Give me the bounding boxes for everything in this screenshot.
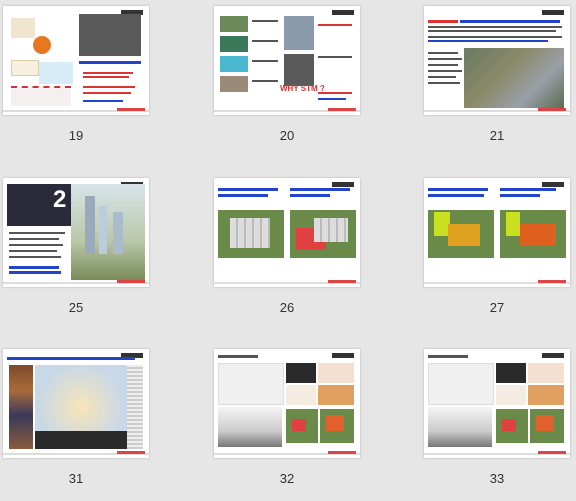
slide-number: 26 — [279, 300, 295, 315]
slide-number: 27 — [489, 300, 505, 315]
slide-preview — [424, 178, 570, 287]
slide-number: 21 — [489, 128, 505, 143]
slide-preview — [3, 6, 149, 115]
slide-number: 31 — [68, 471, 84, 486]
slide-preview — [214, 178, 360, 287]
slide-number: 25 — [68, 300, 84, 315]
slide-preview: 2 — [3, 178, 149, 287]
slide-preview — [424, 349, 570, 458]
slide-number: 33 — [489, 471, 505, 486]
slide-number: 32 — [279, 471, 295, 486]
slide-preview — [214, 349, 360, 458]
slide-preview: WHY STM ? — [214, 6, 360, 115]
slide-badge: 2 — [53, 186, 67, 213]
slide-number: 19 — [68, 128, 84, 143]
slide-preview — [424, 6, 570, 115]
slide-preview — [3, 349, 149, 458]
slide-number: 20 — [279, 128, 295, 143]
